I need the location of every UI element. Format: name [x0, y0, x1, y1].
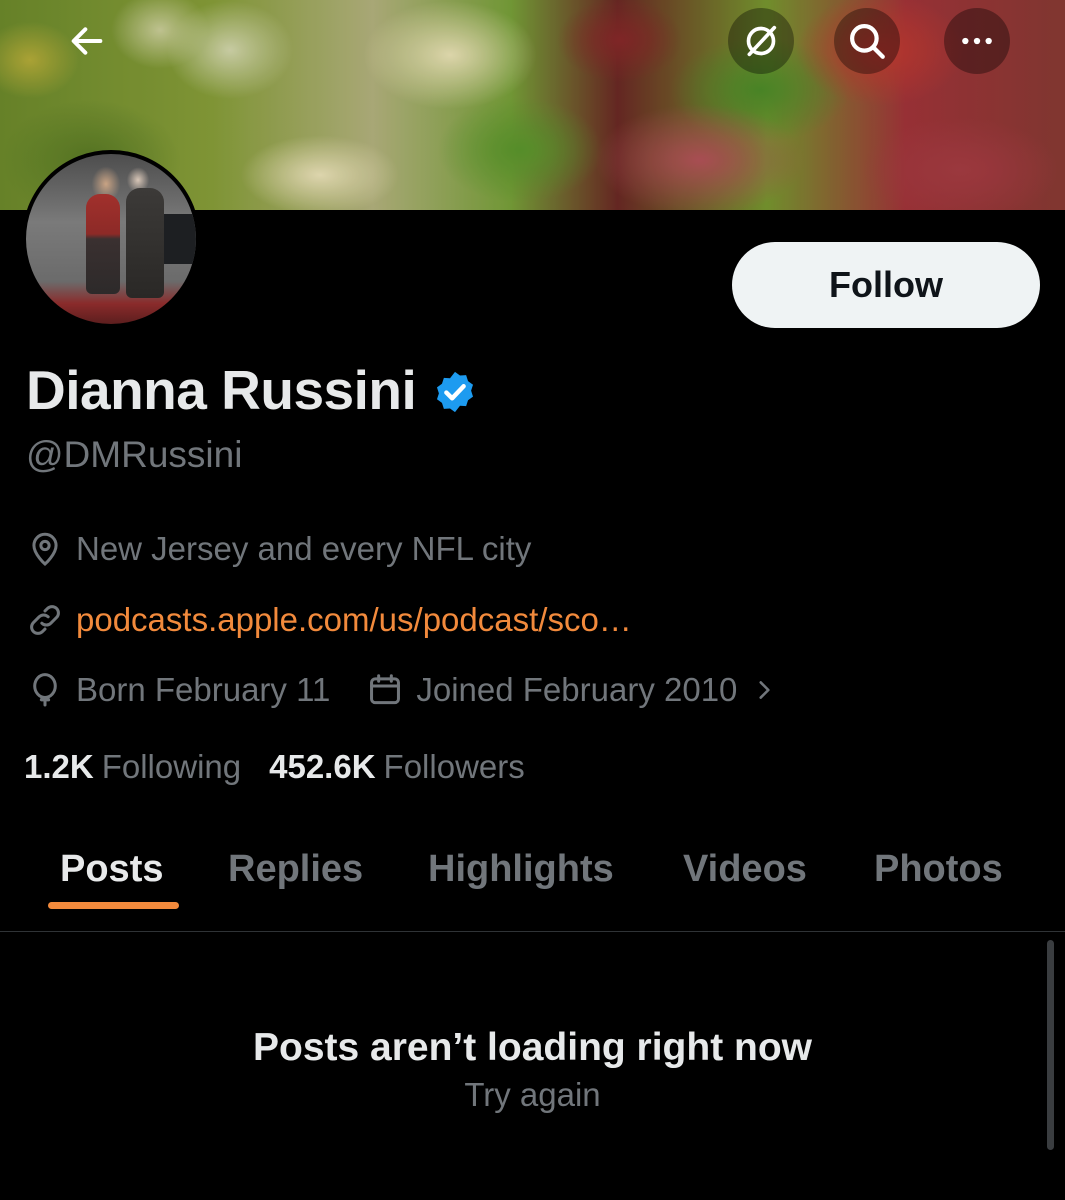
display-name-row: Dianna Russini — [26, 358, 478, 422]
following-count: 1.2K — [24, 748, 94, 785]
back-button[interactable] — [54, 8, 120, 74]
tabs-divider — [0, 931, 1065, 932]
birthday-text: Born February 11 — [76, 671, 331, 708]
balloon-icon — [33, 673, 57, 707]
scrollbar[interactable] — [1047, 940, 1054, 1150]
follow-button[interactable]: Follow — [732, 242, 1040, 328]
profile-page: Follow Dianna Russini @DMRussini New Jer… — [0, 0, 1065, 1200]
chevron-right-icon[interactable] — [751, 677, 777, 703]
tab-videos[interactable]: Videos — [683, 848, 807, 891]
verified-badge-icon[interactable] — [432, 369, 478, 415]
dates-row: Born February 11 Joined February 2010 — [26, 671, 777, 709]
tab-highlights[interactable]: Highlights — [428, 848, 614, 891]
following-label: Following — [101, 748, 242, 785]
profile-handle: @DMRussini — [26, 434, 243, 475]
profile-avatar[interactable] — [22, 150, 200, 328]
more-horizontal-icon — [962, 37, 992, 45]
feed-error-message: Posts aren’t loading right now — [252, 1026, 813, 1069]
try-again-button[interactable]: Try again — [0, 1076, 1065, 1114]
following-link[interactable]: 1.2K Following — [24, 748, 241, 786]
tab-replies[interactable]: Replies — [228, 848, 363, 891]
search-button[interactable] — [834, 8, 900, 74]
calendar-icon — [370, 674, 401, 705]
active-tab-indicator — [48, 902, 179, 909]
website-row: podcasts.apple.com/us/podcast/sco… — [26, 601, 632, 639]
followers-label: Followers — [383, 748, 525, 785]
grok-button[interactable] — [728, 8, 794, 74]
website-link[interactable]: podcasts.apple.com/us/podcast/sco… — [76, 601, 632, 639]
location-text: New Jersey and every NFL city — [76, 530, 532, 567]
followers-link[interactable]: 452.6K Followers — [269, 748, 525, 786]
profile-tabs: Posts Replies Highlights Videos Photos — [0, 820, 1065, 932]
grok-icon — [746, 25, 777, 57]
followers-count: 452.6K — [269, 748, 376, 785]
joined-text[interactable]: Joined February 2010 — [416, 671, 737, 709]
display-name: Dianna Russini — [26, 359, 417, 421]
search-icon — [850, 24, 885, 59]
link-icon — [30, 605, 60, 635]
more-options-button[interactable] — [944, 8, 1010, 74]
arrow-left-icon — [71, 27, 103, 55]
follow-counts: 1.2K Following 452.6K Followers — [24, 748, 525, 786]
location-pin-icon — [32, 532, 58, 567]
tab-photos[interactable]: Photos — [874, 848, 1003, 891]
tab-posts[interactable]: Posts — [60, 848, 163, 891]
location-row: New Jersey and every NFL city — [26, 530, 531, 568]
